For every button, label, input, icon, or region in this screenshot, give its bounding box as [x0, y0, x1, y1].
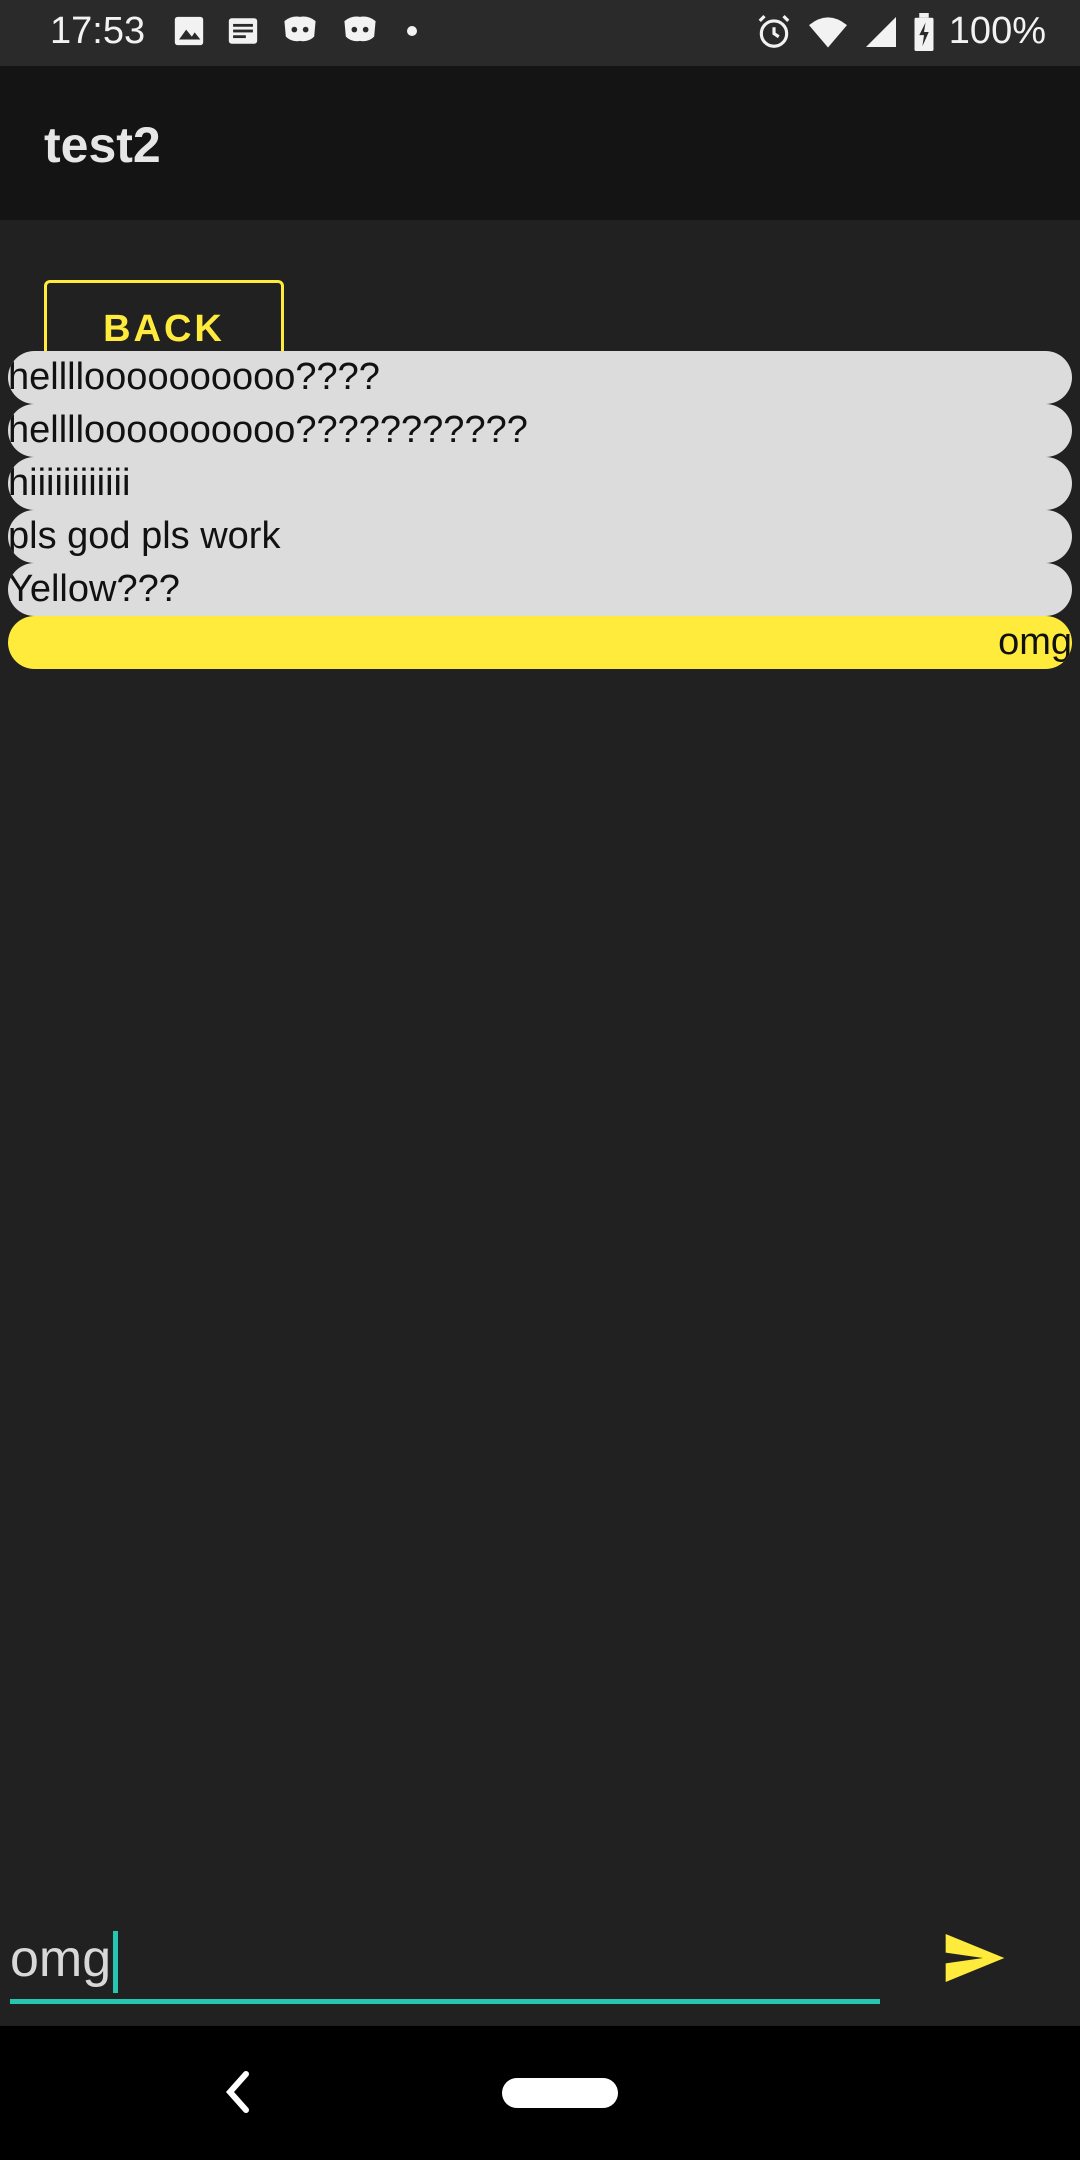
news-icon [228, 18, 258, 44]
home-nav-pill[interactable] [502, 2078, 618, 2108]
outgoing-message[interactable]: omg [8, 616, 1072, 669]
composer: omg [0, 1905, 1080, 2015]
message-input-value: omg [10, 1930, 112, 1988]
battery-percent: 100% [948, 10, 1046, 52]
incoming-message[interactable]: helllloooooooooo??????????? [8, 404, 1072, 457]
incoming-message[interactable]: pls god pls work [8, 510, 1072, 563]
discord-icon [284, 16, 316, 42]
incoming-message[interactable]: Yellow??? [8, 563, 1072, 616]
wifi-icon [808, 16, 847, 48]
page-title: test2 [44, 117, 161, 173]
incoming-message[interactable]: hiiiiiiiiiiii [8, 457, 1072, 510]
navigation-bar [0, 2026, 1080, 2160]
message-input[interactable]: omg [10, 1919, 880, 2004]
system-icons: 100% [755, 10, 1046, 53]
message-text: Yellow??? [8, 568, 180, 610]
status-time: 17:53 [50, 10, 146, 52]
message-text: helllloooooooooo??????????? [8, 409, 528, 451]
signal-icon [865, 16, 896, 47]
back-nav-icon[interactable] [224, 2070, 252, 2114]
message-text: omg [998, 621, 1072, 663]
discord-icon [344, 16, 376, 42]
message-list[interactable]: helllloooooooooo???? helllloooooooooo????… [8, 351, 1072, 669]
status-bar: 17:53 100% [0, 0, 1080, 66]
alarm-icon [758, 14, 790, 48]
message-text: pls god pls work [8, 515, 281, 557]
image-icon [174, 16, 204, 46]
message-text: hiiiiiiiiiiii [8, 462, 131, 504]
dot-icon [407, 26, 417, 36]
text-caret [113, 1931, 119, 1994]
send-icon [945, 1934, 1005, 1982]
notification-icons [172, 14, 424, 48]
send-button[interactable] [880, 1905, 1070, 2011]
incoming-message[interactable]: helllloooooooooo???? [8, 351, 1072, 404]
app-bar: test2 [0, 66, 1080, 220]
message-text: helllloooooooooo???? [8, 356, 380, 398]
battery-icon [914, 12, 934, 51]
